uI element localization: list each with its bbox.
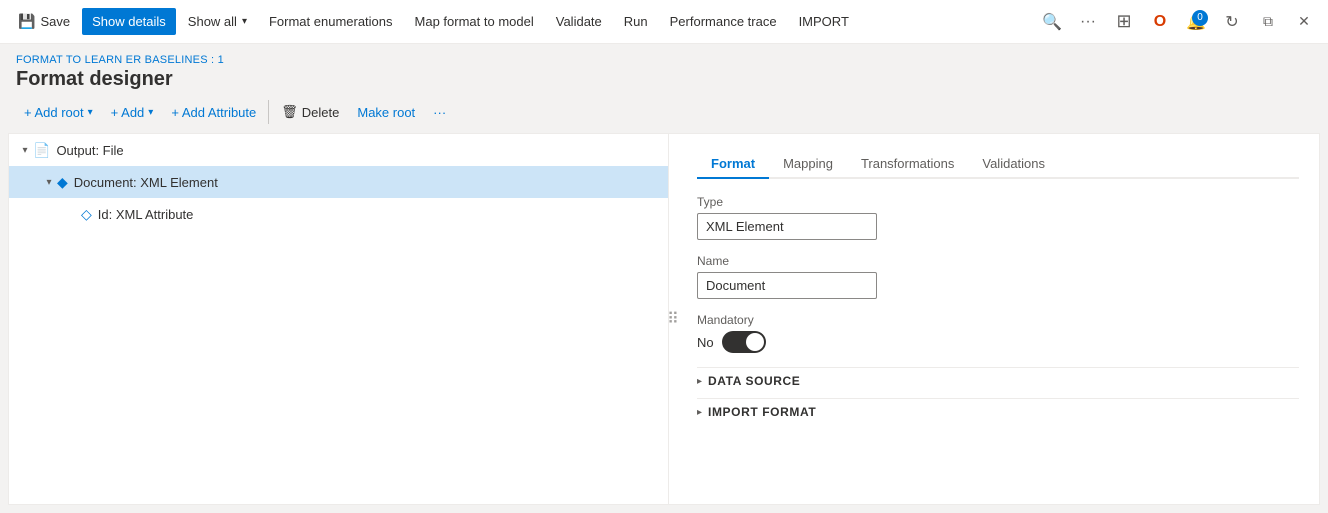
tree-label-document: Document: XML Element <box>74 175 218 190</box>
tree-panel: ▾ 📄 Output: File ▾ ◆ Document: XML Eleme… <box>9 134 669 504</box>
office-button[interactable]: O <box>1144 6 1176 38</box>
subtitle-number: 1 <box>218 54 224 66</box>
run-button[interactable]: Run <box>614 8 658 35</box>
save-icon: 💾 <box>18 13 35 30</box>
mandatory-toggle-label: No <box>697 335 714 350</box>
toggle-thumb <box>746 333 764 351</box>
add-attribute-label: + Add Attribute <box>171 105 256 120</box>
xml-element-icon: ◆ <box>57 174 68 191</box>
more-options-button[interactable]: ··· <box>1072 6 1104 38</box>
data-source-label: DATA SOURCE <box>708 374 800 388</box>
detail-panel: Format Mapping Transformations Validatio… <box>677 134 1319 504</box>
content-area: FORMAT TO LEARN ER BASELINES : 1 Format … <box>0 44 1328 513</box>
make-root-button[interactable]: Make root <box>349 100 423 125</box>
import-format-section[interactable]: ▸ IMPORT FORMAT <box>697 398 1299 425</box>
detail-tabs: Format Mapping Transformations Validatio… <box>697 150 1299 179</box>
tree-chevron-document: ▾ <box>41 174 57 190</box>
tree-item-document[interactable]: ▾ ◆ Document: XML Element <box>9 166 668 198</box>
drag-handle[interactable]: ⠿ <box>669 134 677 504</box>
notification-badge: 0 <box>1192 10 1208 26</box>
tree-label-output: Output: File <box>56 143 123 158</box>
validate-button[interactable]: Validate <box>546 8 612 35</box>
close-icon: ✕ <box>1298 13 1310 30</box>
mandatory-toggle[interactable] <box>722 331 766 353</box>
add-root-label: + Add root <box>24 105 84 120</box>
show-all-button[interactable]: Show all ▾ <box>178 8 257 35</box>
data-source-section[interactable]: ▸ DATA SOURCE <box>697 367 1299 394</box>
mandatory-label: Mandatory <box>697 313 1299 327</box>
action-bar: + Add root ▾ + Add ▾ + Add Attribute 🗑 D… <box>0 91 1328 133</box>
grid-button[interactable]: ⊞ <box>1108 6 1140 38</box>
format-enumerations-button[interactable]: Format enumerations <box>259 8 403 35</box>
tab-mapping[interactable]: Mapping <box>769 150 847 179</box>
trash-icon: 🗑 <box>281 104 298 120</box>
xml-attribute-icon: ◇ <box>81 206 92 223</box>
tab-format[interactable]: Format <box>697 150 769 179</box>
name-input[interactable] <box>697 272 877 299</box>
add-button[interactable]: + Add ▾ <box>103 100 162 125</box>
tree-label-id: Id: XML Attribute <box>98 207 194 222</box>
type-field-group: Type <box>697 195 1299 240</box>
mandatory-toggle-wrap: No <box>697 331 1299 353</box>
page-title: Format designer <box>16 68 1312 91</box>
bell-wrap: 🔔 0 <box>1180 6 1212 38</box>
map-format-button[interactable]: Map format to model <box>405 8 544 35</box>
more-actions-button[interactable]: ··· <box>425 100 454 125</box>
search-button[interactable]: 🔍 <box>1036 6 1068 38</box>
action-separator <box>268 100 269 124</box>
save-button[interactable]: 💾 Save <box>8 7 80 36</box>
main-split: ▾ 📄 Output: File ▾ ◆ Document: XML Eleme… <box>8 133 1320 505</box>
type-label: Type <box>697 195 1299 209</box>
mandatory-field-group: Mandatory No <box>697 313 1299 353</box>
data-source-chevron-icon: ▸ <box>697 376 702 387</box>
page-header: FORMAT TO LEARN ER BASELINES : 1 Format … <box>0 44 1328 91</box>
search-icon: 🔍 <box>1042 12 1062 32</box>
show-details-button[interactable]: Show details <box>82 8 176 35</box>
file-icon: 📄 <box>33 142 50 159</box>
refresh-icon: ↻ <box>1225 12 1238 32</box>
tab-validations[interactable]: Validations <box>968 150 1059 179</box>
page-subtitle: FORMAT TO LEARN ER BASELINES : 1 <box>16 54 1312 66</box>
restore-button[interactable]: ⧉ <box>1252 6 1284 38</box>
performance-trace-button[interactable]: Performance trace <box>660 8 787 35</box>
chevron-down-icon: ▾ <box>242 16 247 27</box>
close-button[interactable]: ✕ <box>1288 6 1320 38</box>
tab-transformations[interactable]: Transformations <box>847 150 968 179</box>
import-button[interactable]: IMPORT <box>789 8 859 35</box>
tree-chevron-output: ▾ <box>17 142 33 158</box>
add-root-chevron-icon: ▾ <box>88 107 93 118</box>
toolbar: 💾 Save Show details Show all ▾ Format en… <box>0 0 1328 44</box>
office-icon: O <box>1154 13 1166 31</box>
tree-item-output-file[interactable]: ▾ 📄 Output: File <box>9 134 668 166</box>
restore-icon: ⧉ <box>1263 13 1273 30</box>
toolbar-right: 🔍 ··· ⊞ O 🔔 0 ↻ ⧉ ✕ <box>1036 6 1320 38</box>
add-label: + Add <box>111 105 145 120</box>
refresh-button[interactable]: ↻ <box>1216 6 1248 38</box>
import-format-chevron-icon: ▸ <box>697 407 702 418</box>
import-format-label: IMPORT FORMAT <box>708 405 816 419</box>
grid-icon: ⊞ <box>1116 11 1131 32</box>
add-chevron-icon: ▾ <box>148 107 153 118</box>
more-icon: ··· <box>1080 13 1096 31</box>
name-label: Name <box>697 254 1299 268</box>
type-input[interactable] <box>697 213 877 240</box>
name-field-group: Name <box>697 254 1299 299</box>
delete-button[interactable]: 🗑 Delete <box>273 99 347 125</box>
add-root-button[interactable]: + Add root ▾ <box>16 100 101 125</box>
tree-item-id[interactable]: ▾ ◇ Id: XML Attribute <box>9 198 668 230</box>
add-attribute-button[interactable]: + Add Attribute <box>163 100 264 125</box>
